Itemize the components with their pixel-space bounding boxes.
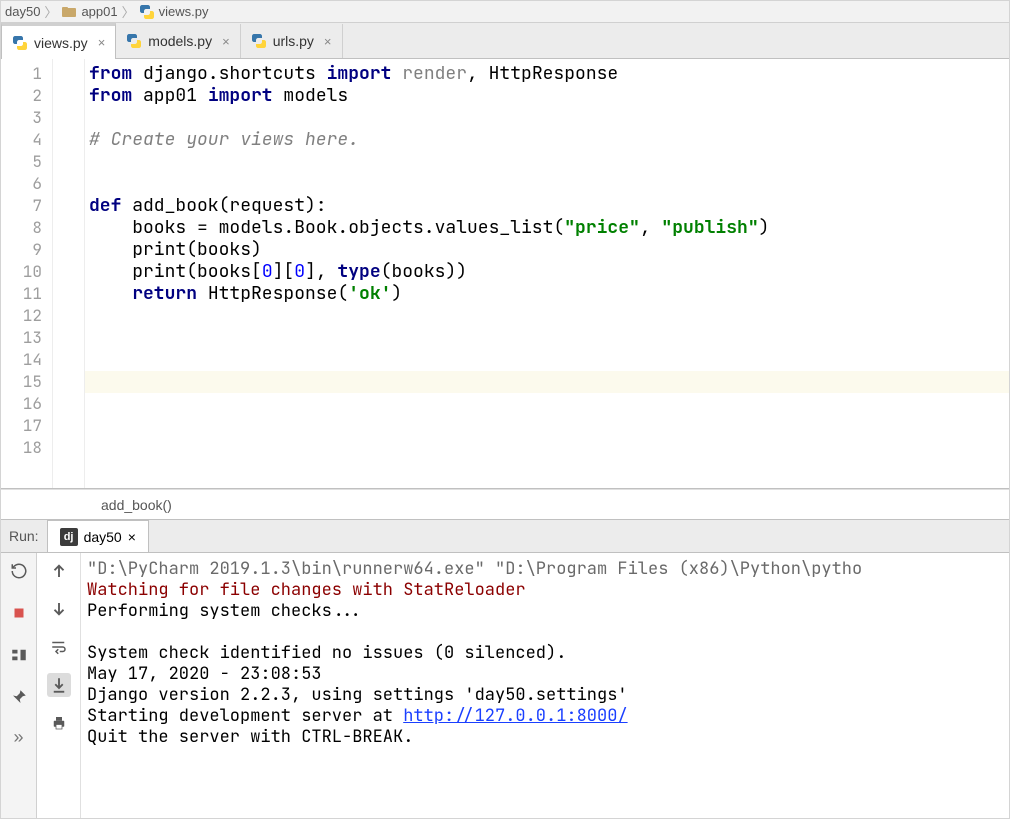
console-output[interactable]: "D:\PyCharm 2019.1.3\bin\runnerw64.exe" … bbox=[81, 553, 1009, 818]
print-icon[interactable] bbox=[47, 711, 71, 735]
scroll-to-end-icon[interactable] bbox=[47, 673, 71, 697]
code-line[interactable] bbox=[85, 393, 1009, 415]
chevron-right-icon: 〉 bbox=[44, 2, 57, 21]
pin-icon[interactable] bbox=[7, 685, 31, 709]
code-line[interactable] bbox=[85, 305, 1009, 327]
python-file-icon bbox=[251, 33, 267, 49]
line-number-gutter: 123456789101112131415161718 bbox=[1, 59, 53, 488]
tab-label: urls.py bbox=[273, 33, 314, 49]
editor-tab-bar: views.py × models.py × urls.py × bbox=[1, 23, 1009, 59]
code-line[interactable] bbox=[85, 415, 1009, 437]
run-body: » "D:\PyCharm 2019.1.3\bin\runnerw64.exe… bbox=[1, 553, 1009, 818]
breadcrumb: day50 〉 app01 〉 views.py bbox=[1, 1, 1009, 23]
python-file-icon bbox=[139, 4, 155, 20]
server-url-link[interactable]: http://127.0.0.1:8000/ bbox=[403, 705, 627, 727]
close-icon[interactable]: × bbox=[128, 529, 136, 545]
editor-crumb[interactable]: add_book() bbox=[1, 489, 1009, 519]
code-area[interactable]: from django.shortcuts import render, Htt… bbox=[85, 59, 1009, 488]
crumb-fn: add_book() bbox=[101, 497, 172, 513]
more-icon[interactable]: » bbox=[13, 727, 23, 748]
python-file-icon bbox=[12, 35, 28, 51]
editor-tab[interactable]: views.py × bbox=[1, 23, 116, 59]
editor-pane[interactable]: 123456789101112131415161718 from django.… bbox=[1, 59, 1009, 489]
rerun-icon[interactable] bbox=[7, 559, 31, 583]
breadcrumb-app[interactable]: app01 bbox=[61, 4, 117, 20]
run-toolbar: Run: dj day50 × bbox=[1, 519, 1009, 553]
close-icon[interactable]: × bbox=[98, 35, 106, 50]
soft-wrap-icon[interactable] bbox=[47, 635, 71, 659]
tab-label: views.py bbox=[34, 35, 88, 51]
editor-split: 123456789101112131415161718 from django.… bbox=[1, 59, 1009, 818]
run-tool-column-2 bbox=[37, 553, 81, 818]
code-line[interactable] bbox=[85, 327, 1009, 349]
close-icon[interactable]: × bbox=[222, 34, 230, 49]
code-line[interactable] bbox=[85, 371, 1009, 393]
python-file-icon bbox=[126, 33, 142, 49]
breadcrumb-project[interactable]: day50 bbox=[5, 4, 40, 19]
chevron-right-icon: 〉 bbox=[122, 2, 135, 21]
code-line[interactable]: def add_book(request): bbox=[85, 195, 1009, 217]
folder-icon bbox=[61, 4, 77, 20]
code-line[interactable] bbox=[85, 107, 1009, 129]
code-line[interactable]: books = models.Book.objects.values_list(… bbox=[85, 217, 1009, 239]
run-config-name: day50 bbox=[84, 529, 122, 545]
fold-column bbox=[53, 59, 85, 488]
editor-tab[interactable]: urls.py × bbox=[241, 24, 343, 58]
code-line[interactable]: print(books[0][0], type(books)) bbox=[85, 261, 1009, 283]
code-line[interactable] bbox=[85, 173, 1009, 195]
up-arrow-icon[interactable] bbox=[47, 559, 71, 583]
code-line[interactable] bbox=[85, 349, 1009, 371]
run-tool-column-1: » bbox=[1, 553, 37, 818]
editor-tab[interactable]: models.py × bbox=[116, 24, 240, 58]
code-line[interactable] bbox=[85, 151, 1009, 173]
breadcrumb-file[interactable]: views.py bbox=[139, 4, 209, 20]
code-line[interactable] bbox=[85, 437, 1009, 459]
layout-icon[interactable] bbox=[7, 643, 31, 667]
tab-label: models.py bbox=[148, 33, 212, 49]
down-arrow-icon[interactable] bbox=[47, 597, 71, 621]
code-line[interactable]: # Create your views here. bbox=[85, 129, 1009, 151]
ide-window: { "breadcrumb": { "project": "day50", "a… bbox=[0, 0, 1010, 819]
run-config-tab[interactable]: dj day50 × bbox=[47, 520, 149, 552]
django-icon: dj bbox=[60, 528, 78, 546]
code-line[interactable]: from django.shortcuts import render, Htt… bbox=[85, 63, 1009, 85]
code-line[interactable]: return HttpResponse('ok') bbox=[85, 283, 1009, 305]
stop-icon[interactable] bbox=[7, 601, 31, 625]
code-line[interactable]: from app01 import models bbox=[85, 85, 1009, 107]
run-label: Run: bbox=[1, 528, 47, 544]
close-icon[interactable]: × bbox=[324, 34, 332, 49]
code-line[interactable]: print(books) bbox=[85, 239, 1009, 261]
